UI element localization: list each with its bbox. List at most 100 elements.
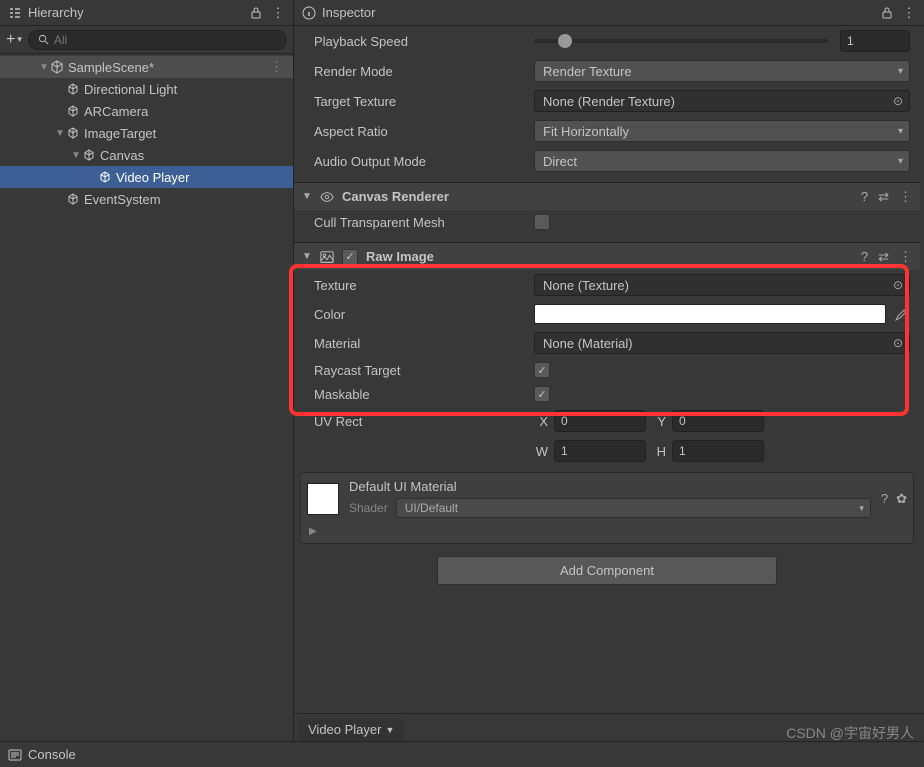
inspector-title: Inspector	[322, 5, 375, 20]
tab-label: Video Player	[308, 722, 381, 737]
uv-rect-row2: W H	[294, 436, 920, 466]
lock-icon[interactable]	[880, 6, 894, 20]
raw-image-enabled-checkbox[interactable]	[342, 249, 358, 265]
scene-name: SampleScene*	[68, 60, 264, 75]
lock-icon[interactable]	[249, 6, 263, 20]
inspector-panel: Inspector ⋮ Playback Speed Render Mode	[294, 0, 924, 741]
inspector-header: Inspector ⋮	[294, 0, 924, 26]
create-dropdown[interactable]: +▾	[6, 31, 22, 49]
tree-item[interactable]: ▼ Canvas	[0, 144, 293, 166]
eye-icon	[320, 190, 334, 204]
foldout-icon[interactable]: ▼	[70, 150, 82, 161]
material-row: Material None (Material)	[294, 328, 920, 358]
uv-w-input[interactable]	[554, 440, 646, 462]
help-icon[interactable]: ?	[861, 249, 868, 265]
playback-speed-row: Playback Speed	[294, 26, 920, 56]
uv-x-input[interactable]	[554, 410, 646, 432]
color-row: Color	[294, 300, 920, 328]
console-bar[interactable]: Console	[0, 741, 924, 767]
preset-icon[interactable]: ⇄	[878, 249, 889, 265]
uv-h-input[interactable]	[672, 440, 764, 462]
scene-menu-icon[interactable]: ⋮	[264, 59, 289, 75]
gameobject-icon	[66, 104, 80, 118]
raycast-label: Raycast Target	[314, 363, 534, 378]
canvas-renderer-title: Canvas Renderer	[342, 189, 853, 204]
tree-item[interactable]: ARCamera	[0, 100, 293, 122]
render-mode-row: Render Mode Render Texture	[294, 56, 920, 86]
chevron-down-icon: ▼	[385, 725, 394, 735]
uv-x-label: X	[534, 414, 548, 429]
watermark: CSDN @宇宙好男人	[786, 723, 914, 743]
scene-row[interactable]: ▼ SampleScene* ⋮	[0, 56, 293, 78]
tree-item[interactable]: EventSystem	[0, 188, 293, 210]
search-input[interactable]	[54, 33, 278, 47]
material-field[interactable]: None (Material)	[534, 332, 910, 354]
playback-speed-label: Playback Speed	[314, 34, 534, 49]
shader-dropdown[interactable]: UI/Default	[396, 498, 871, 518]
search-icon	[37, 33, 50, 47]
uv-w-label: W	[534, 444, 548, 459]
material-title: Default UI Material	[349, 479, 871, 494]
item-label: Canvas	[100, 148, 289, 163]
menu-dots-icon[interactable]: ⋮	[899, 189, 912, 205]
texture-row: Texture None (Texture)	[294, 270, 920, 300]
tree-item-selected[interactable]: Video Player	[0, 166, 293, 188]
cull-mesh-checkbox[interactable]	[534, 214, 550, 230]
material-preview[interactable]	[307, 483, 339, 515]
menu-dots-icon[interactable]: ⋮	[899, 249, 912, 265]
target-texture-row: Target Texture None (Render Texture)	[294, 86, 920, 116]
maskable-row: Maskable	[294, 382, 920, 406]
foldout-icon[interactable]: ▼	[54, 128, 66, 139]
gameobject-icon	[66, 126, 80, 140]
preset-icon[interactable]: ⇄	[878, 189, 889, 205]
aspect-ratio-row: Aspect Ratio Fit Horizontally	[294, 116, 920, 146]
canvas-renderer-header[interactable]: ▼ Canvas Renderer ? ⇄ ⋮	[294, 182, 920, 210]
foldout-icon[interactable]: ▼	[302, 251, 312, 262]
help-icon[interactable]: ?	[861, 189, 868, 205]
maskable-label: Maskable	[314, 387, 534, 402]
menu-dots-icon[interactable]: ⋮	[271, 6, 285, 20]
aspect-ratio-dropdown[interactable]: Fit Horizontally	[534, 120, 910, 142]
uv-h-label: H	[652, 444, 666, 459]
menu-dots-icon[interactable]: ⋮	[902, 6, 916, 20]
texture-field[interactable]: None (Texture)	[534, 274, 910, 296]
gameobject-icon	[66, 192, 80, 206]
raycast-checkbox[interactable]	[534, 362, 550, 378]
material-foldout-icon[interactable]: ▶	[309, 526, 317, 537]
tree-item[interactable]: Directional Light	[0, 78, 293, 100]
item-label: ARCamera	[84, 104, 289, 119]
hierarchy-header: Hierarchy ⋮	[0, 0, 293, 26]
uv-rect-row: UV Rect X Y	[294, 406, 920, 436]
cull-mesh-row: Cull Transparent Mesh	[294, 210, 920, 234]
audio-output-row: Audio Output Mode Direct	[294, 146, 920, 176]
item-label: Video Player	[116, 170, 289, 185]
shader-label: Shader	[349, 501, 388, 515]
maskable-checkbox[interactable]	[534, 386, 550, 402]
playback-speed-input[interactable]	[840, 30, 910, 52]
tree-item[interactable]: ▼ ImageTarget	[0, 122, 293, 144]
item-label: ImageTarget	[84, 126, 289, 141]
foldout-icon[interactable]: ▼	[302, 191, 312, 202]
search-box[interactable]	[28, 30, 287, 50]
target-texture-label: Target Texture	[314, 94, 534, 109]
gear-icon[interactable]: ✿	[896, 491, 907, 507]
eyedropper-icon[interactable]	[890, 304, 910, 324]
render-mode-label: Render Mode	[314, 64, 534, 79]
color-label: Color	[314, 307, 534, 322]
add-component-button[interactable]: Add Component	[437, 556, 777, 585]
target-texture-field[interactable]: None (Render Texture)	[534, 90, 910, 112]
raw-image-header[interactable]: ▼ Raw Image ? ⇄ ⋮	[294, 242, 920, 270]
video-player-tab[interactable]: Video Player ▼	[298, 718, 404, 741]
uv-y-input[interactable]	[672, 410, 764, 432]
gameobject-icon	[82, 148, 96, 162]
image-icon	[320, 250, 334, 264]
render-mode-dropdown[interactable]: Render Texture	[534, 60, 910, 82]
help-icon[interactable]: ?	[881, 491, 888, 507]
hierarchy-toolbar: +▾	[0, 26, 293, 54]
foldout-icon[interactable]: ▼	[38, 62, 50, 73]
item-label: Directional Light	[84, 82, 289, 97]
playback-speed-slider[interactable]	[534, 39, 828, 43]
audio-output-dropdown[interactable]: Direct	[534, 150, 910, 172]
material-label: Material	[314, 336, 534, 351]
color-swatch[interactable]	[534, 304, 886, 324]
